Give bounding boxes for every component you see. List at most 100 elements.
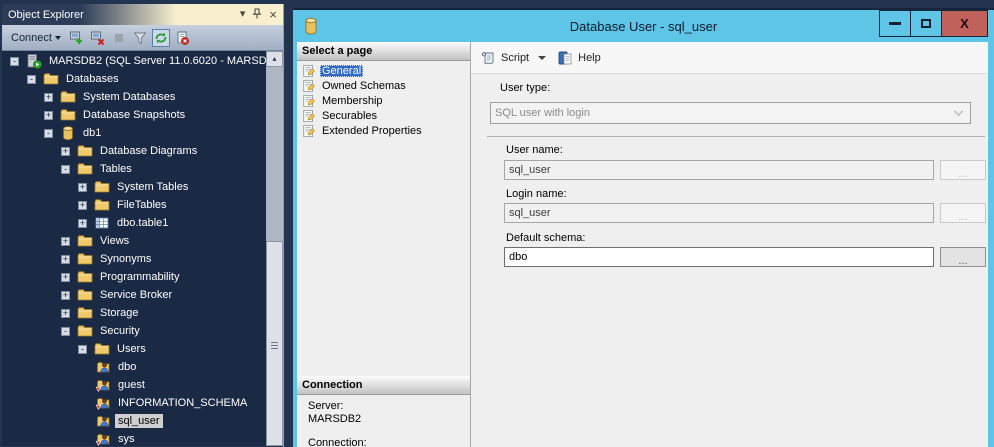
tree-item-users[interactable]: - Users — [2, 340, 266, 358]
tree-item-label: MARSDB2 (SQL Server 11.0.6020 - MARSD — [46, 54, 266, 68]
tree-item-synonyms[interactable]: +Synonyms — [2, 250, 266, 268]
collapse-icon[interactable]: - — [78, 345, 87, 354]
expand-icon[interactable]: + — [61, 273, 70, 282]
object-explorer-titlebar[interactable]: Object Explorer ▾ × — [2, 4, 283, 25]
connect-dropdown-arrow-icon — [55, 36, 61, 40]
tree-item-marsdb2-sql-server-11-0-6020-marsd[interactable]: - MARSDB2 (SQL Server 11.0.6020 - MARSD — [2, 52, 266, 70]
server-label: Server: — [308, 400, 343, 412]
expand-icon[interactable]: + — [61, 237, 70, 246]
folder-icon — [77, 161, 93, 177]
dialog-content: Script Help User type: SQL user with log… — [471, 42, 988, 447]
tree-item-guest[interactable]: guest — [2, 376, 266, 394]
page-item-label: Owned Schemas — [320, 80, 408, 92]
default-schema-browse-button[interactable]: ... — [940, 247, 986, 267]
script-button[interactable]: Script — [501, 52, 529, 64]
scrollbar-thumb[interactable] — [266, 241, 283, 446]
select-a-page-header-label: Select a page — [302, 45, 372, 57]
script-dropdown-arrow-icon[interactable] — [538, 56, 546, 60]
object-explorer-panel: Object Explorer ▾ × Connect - MARSDB2 (SQ… — [2, 4, 284, 447]
tree-item-label: FileTables — [114, 198, 170, 212]
page-item-securables[interactable]: Securables — [297, 108, 470, 123]
expand-icon[interactable]: + — [44, 93, 53, 102]
page-icon — [302, 79, 316, 93]
tree-item-label: Database Snapshots — [80, 108, 188, 122]
connection-label: Connection: — [308, 437, 367, 447]
tree-item-database-snapshots[interactable]: + Database Snapshots — [2, 106, 266, 124]
tree-item-system-tables[interactable]: +System Tables — [2, 178, 266, 196]
default-schema-input[interactable]: dbo — [504, 247, 934, 267]
page-item-membership[interactable]: Membership — [297, 93, 470, 108]
script-error-icon[interactable] — [173, 29, 191, 47]
tree-item-programmability[interactable]: +Programmability — [2, 268, 266, 286]
combo-chevron-icon — [954, 106, 964, 116]
close-button[interactable]: X — [941, 10, 988, 37]
minimize-button[interactable] — [879, 10, 911, 37]
tree-item-label: Tables — [97, 162, 135, 176]
database-user-dialog: Database User - sql_user X Select a page… — [293, 8, 994, 447]
database-icon — [60, 125, 76, 141]
stop-icon[interactable] — [110, 29, 128, 47]
tree-item-service-broker[interactable]: +Service Broker — [2, 286, 266, 304]
disconnect-server-icon[interactable] — [89, 29, 107, 47]
tree-item-label: sys — [115, 432, 138, 446]
tree-vertical-scrollbar[interactable]: ▲ — [266, 51, 283, 446]
filter-icon[interactable] — [131, 29, 149, 47]
expand-icon[interactable]: + — [61, 309, 70, 318]
dialog-titlebar[interactable]: Database User - sql_user X — [293, 8, 994, 42]
user-disabled-icon — [95, 395, 111, 411]
tree-item-storage[interactable]: +Storage — [2, 304, 266, 322]
dialog-right-border — [988, 42, 994, 447]
close-icon[interactable]: × — [269, 8, 277, 21]
collapse-icon[interactable]: - — [61, 165, 70, 174]
refresh-icon[interactable] — [152, 29, 170, 47]
collapse-icon[interactable]: - — [61, 327, 70, 336]
scroll-up-arrow-icon[interactable]: ▲ — [266, 51, 283, 67]
connect-server-icon[interactable] — [68, 29, 86, 47]
collapse-icon[interactable]: - — [44, 129, 53, 138]
tree-item-label: dbo — [115, 360, 139, 374]
page-item-owned-schemas[interactable]: Owned Schemas — [297, 78, 470, 93]
expand-icon[interactable]: + — [61, 147, 70, 156]
tree-item-system-databases[interactable]: +System Databases — [2, 88, 266, 106]
window-position-icon[interactable]: ▾ — [240, 9, 246, 20]
folder-icon — [77, 233, 93, 249]
user-type-combobox[interactable]: SQL user with login — [490, 102, 971, 124]
tree-item-sql-user[interactable]: sql_user — [2, 412, 266, 430]
select-a-page-header: Select a page — [297, 42, 470, 61]
collapse-icon[interactable]: - — [10, 57, 19, 66]
help-button[interactable]: Help — [578, 52, 601, 64]
tree-item-dbo-table1[interactable]: + dbo.table1 — [2, 214, 266, 232]
object-explorer-toolbar: Connect — [2, 25, 283, 51]
tree-item-label: dbo.table1 — [114, 216, 171, 230]
tree-item-tables[interactable]: - Tables — [2, 160, 266, 178]
login-name-browse-button: ... — [940, 203, 986, 223]
tree-item-label: Users — [114, 342, 149, 356]
auto-hide-pin-icon[interactable] — [252, 8, 262, 22]
tree-item-database-diagrams[interactable]: +Database Diagrams — [2, 142, 266, 160]
dialog-toolbar: Script Help — [471, 42, 988, 74]
expand-icon[interactable]: + — [78, 201, 87, 210]
expand-icon[interactable]: + — [61, 291, 70, 300]
tree-item-databases[interactable]: -Databases — [2, 70, 266, 88]
folder-icon — [94, 341, 110, 357]
connect-button[interactable]: Connect — [8, 30, 64, 46]
page-item-label: Extended Properties — [320, 125, 424, 137]
tree-item-db1[interactable]: -db1 — [2, 124, 266, 142]
page-item-extended-properties[interactable]: Extended Properties — [297, 123, 470, 138]
expand-icon[interactable]: + — [78, 219, 87, 228]
tree-item-sys[interactable]: sys — [2, 430, 266, 446]
maximize-button[interactable] — [910, 10, 942, 37]
server-value: MARSDB2 — [308, 413, 361, 425]
tree-item-views[interactable]: +Views — [2, 232, 266, 250]
page-item-label: Securables — [320, 110, 379, 122]
expand-icon[interactable]: + — [61, 255, 70, 264]
tree-item-information-schema[interactable]: INFORMATION_SCHEMA — [2, 394, 266, 412]
folder-icon — [77, 305, 93, 321]
expand-icon[interactable]: + — [78, 183, 87, 192]
tree-item-filetables[interactable]: + FileTables — [2, 196, 266, 214]
tree-item-dbo[interactable]: dbo — [2, 358, 266, 376]
page-item-general[interactable]: General — [297, 63, 470, 78]
collapse-icon[interactable]: - — [27, 75, 36, 84]
expand-icon[interactable]: + — [44, 111, 53, 120]
tree-item-security[interactable]: -Security — [2, 322, 266, 340]
